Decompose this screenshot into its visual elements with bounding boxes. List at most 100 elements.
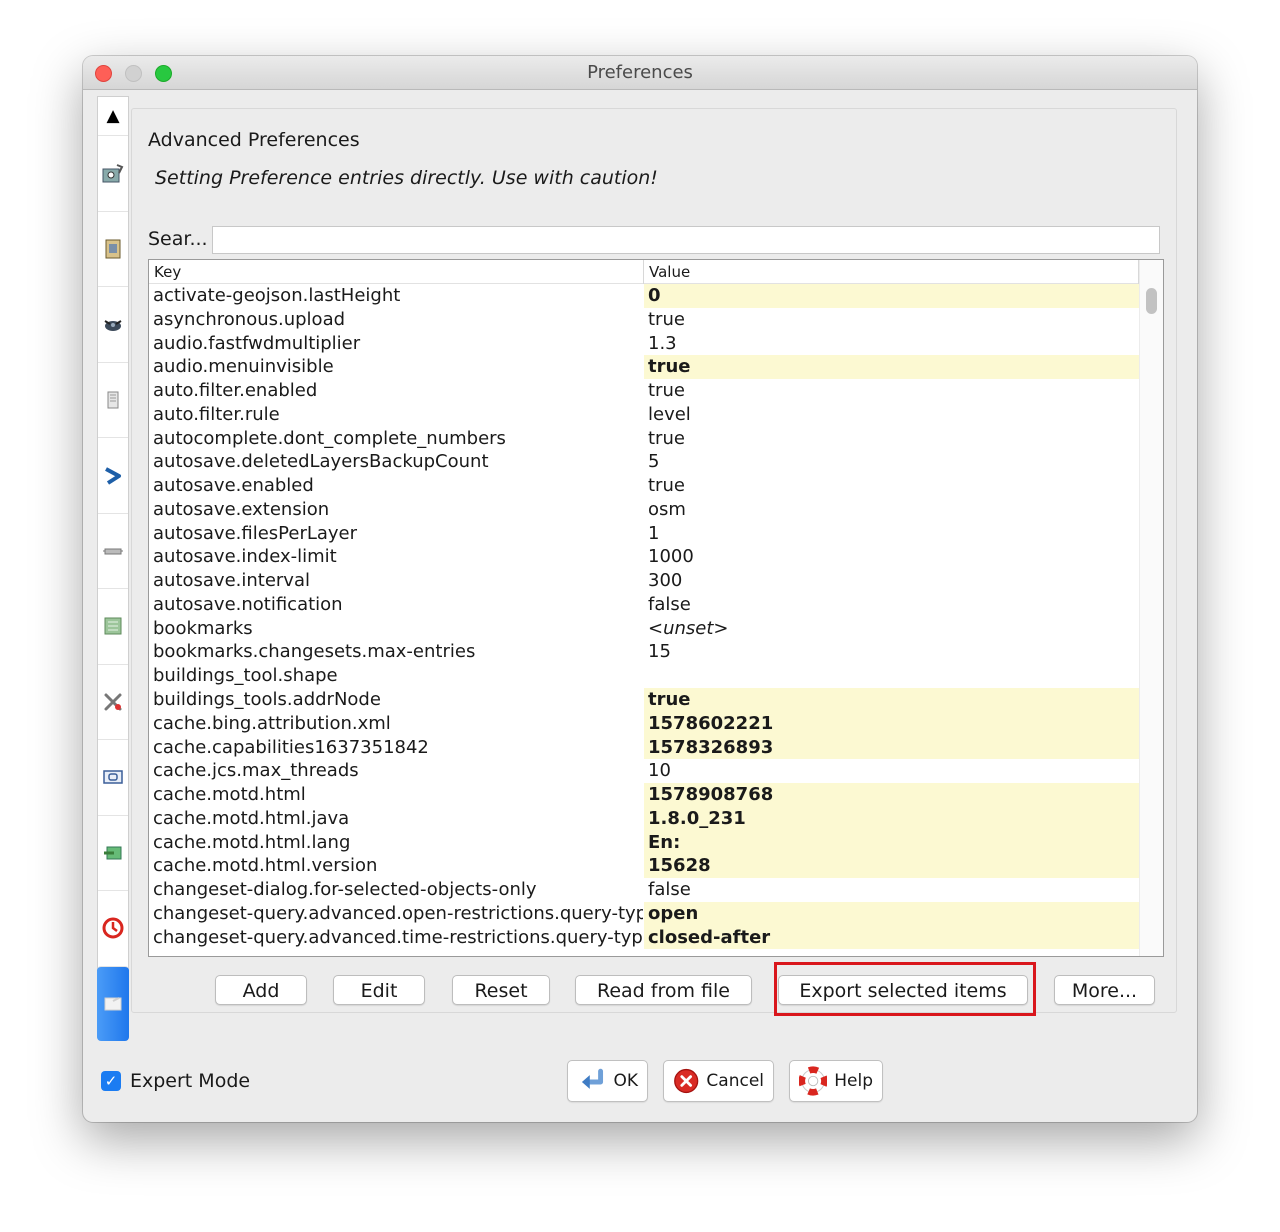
satellite-icon [104, 320, 122, 331]
table-row[interactable]: cache.bing.attribution.xml 1578602221 [149, 711, 1139, 736]
scrollbar-thumb[interactable] [1146, 288, 1157, 314]
preference-tab-remote-control[interactable] [98, 739, 128, 814]
table-row[interactable]: cache.motd.html 1578908768 [149, 783, 1139, 807]
preferences-window: Preferences ▲ Advanced Preferences Setti… [83, 56, 1197, 1122]
title-bar[interactable]: Preferences [83, 56, 1197, 90]
table-row[interactable]: bookmarks <unset> [149, 617, 1139, 641]
edit-button[interactable]: Edit [333, 975, 425, 1005]
row-value: closed-after [644, 925, 1139, 950]
row-key: buildings_tool.shape [153, 665, 338, 687]
row-value: 1578602221 [644, 711, 1139, 736]
table-row[interactable]: cache.capabilities1637351842 1578326893 [149, 735, 1139, 760]
window-title: Preferences [587, 62, 693, 83]
preference-tab-plugin[interactable] [98, 512, 128, 588]
row-key: cache.bing.attribution.xml [153, 712, 391, 734]
table-row[interactable]: activate-geojson.lastHeight 0 [149, 284, 1139, 308]
reset-button[interactable]: Reset [452, 975, 550, 1005]
row-key: autosave.interval [153, 570, 310, 592]
row-key: changeset-query.advanced.open-restrictio… [153, 902, 643, 924]
read-from-file-button[interactable]: Read from file [575, 975, 752, 1005]
search-input[interactable] [212, 226, 1160, 254]
table-row[interactable]: autosave.enabled true [149, 474, 1139, 498]
row-key: auto.filter.enabled [153, 380, 318, 402]
table-row[interactable]: audio.fastfwdmultiplier 1.3 [149, 332, 1139, 356]
table-row[interactable]: buildings_tool.shape [149, 664, 1139, 688]
table-row[interactable]: asynchronous.upload true [149, 308, 1139, 332]
remote-control-icon [103, 770, 123, 784]
preference-tab-audio[interactable] [98, 890, 128, 965]
advanced-preferences-panel: Advanced Preferences Setting Preference … [131, 108, 1177, 1013]
row-value: 1578326893 [644, 735, 1139, 760]
table-row[interactable]: changeset-dialog.for-selected-objects-on… [149, 878, 1139, 902]
row-key: audio.menuinvisible [153, 356, 334, 378]
column-header-value[interactable]: Value [644, 260, 1139, 284]
validator-icon [104, 846, 122, 859]
row-key: autosave.index-limit [153, 546, 337, 568]
table-row[interactable]: bookmarks.changesets.max-entries 15 [149, 640, 1139, 664]
row-value: osm [648, 498, 686, 520]
advanced-preferences-icon [104, 996, 122, 1010]
preference-tab-map-settings[interactable] [98, 135, 128, 210]
preference-tab-drawing[interactable] [98, 361, 128, 437]
preference-tab-advanced-preferences[interactable] [97, 965, 129, 1041]
table-row[interactable]: cache.motd.html.version 15628 [149, 854, 1139, 879]
table-row[interactable]: autocomplete.dont_complete_numbers true [149, 427, 1139, 451]
row-key: autosave.extension [153, 498, 330, 520]
add-button[interactable]: Add [215, 975, 307, 1005]
preference-tab-strip: ▲ [97, 96, 129, 1041]
row-key: cache.motd.html.version [153, 855, 378, 877]
row-value: 1.8.0_231 [644, 806, 1139, 831]
row-key: cache.capabilities1637351842 [153, 736, 429, 758]
table-row[interactable]: autosave.notification false [149, 593, 1139, 617]
table-row[interactable]: audio.menuinvisible true [149, 355, 1139, 380]
row-key: cache.motd.html.lang [153, 831, 351, 853]
help-button[interactable]: Help [789, 1060, 883, 1102]
connection-icon [105, 467, 121, 485]
preference-tab-validator[interactable] [98, 814, 128, 890]
row-value: 300 [648, 570, 683, 592]
table-scrollbar[interactable] [1139, 260, 1163, 956]
row-key: audio.fastfwdmultiplier [153, 332, 361, 354]
expert-mode-toggle[interactable]: ✓ Expert Mode [101, 1070, 250, 1092]
table-row[interactable]: autosave.deletedLayersBackupCount 5 [149, 450, 1139, 474]
table-row[interactable]: auto.filter.rule level [149, 403, 1139, 427]
row-key: autosave.notification [153, 593, 343, 615]
preferences-table[interactable]: Key Value activate-geojson.lastHeight 0 as… [148, 259, 1164, 957]
row-value: level [648, 403, 691, 425]
table-row[interactable]: cache.motd.html.lang En: [149, 830, 1139, 855]
shortcuts-icon [104, 693, 122, 710]
cancel-button[interactable]: Cancel [663, 1060, 774, 1102]
row-value: 15 [648, 641, 671, 663]
table-row[interactable]: buildings_tools.addrNode true [149, 688, 1139, 712]
expert-mode-checkbox[interactable]: ✓ [101, 1071, 121, 1091]
row-key: cache.motd.html.java [153, 807, 350, 829]
ok-button[interactable]: OK [567, 1060, 648, 1102]
row-key: changeset-dialog.for-selected-objects-on… [153, 879, 537, 901]
preference-tab-display[interactable] [98, 210, 128, 286]
row-value: 1.3 [648, 332, 677, 354]
table-row[interactable]: cache.motd.html.java 1.8.0_231 [149, 806, 1139, 831]
caution-message: Setting Preference entries directly. Use… [155, 167, 658, 189]
table-row[interactable]: autosave.filesPerLayer 1 [149, 522, 1139, 546]
table-row[interactable]: autosave.extension osm [149, 498, 1139, 522]
table-row[interactable]: auto.filter.enabled true [149, 379, 1139, 403]
table-row[interactable]: cache.jcs.max_threads 10 [149, 759, 1139, 783]
preference-tab-connection[interactable] [98, 437, 128, 512]
checkmark-icon: ✓ [104, 1072, 118, 1090]
scroll-up-arrow-icon[interactable]: ▲ [98, 97, 128, 135]
search-label: Sear... [148, 228, 208, 250]
preference-tab-shortcuts[interactable] [98, 663, 128, 739]
highlight-annotation [774, 962, 1036, 1016]
display-icon [105, 239, 121, 258]
table-row[interactable]: autosave.index-limit 1000 [149, 545, 1139, 569]
preference-tab-presets[interactable] [98, 588, 128, 663]
table-row[interactable]: changeset-query.advanced.open-restrictio… [149, 901, 1139, 926]
row-value: true [648, 380, 685, 402]
table-row[interactable]: changeset-query.advanced.time-restrictio… [149, 925, 1139, 950]
row-value: 5 [648, 451, 660, 473]
more-button[interactable]: More... [1054, 975, 1155, 1005]
row-key: cache.jcs.max_threads [153, 760, 359, 782]
column-header-key[interactable]: Key [149, 260, 644, 284]
preference-tab-satellite[interactable] [98, 286, 128, 361]
table-row[interactable]: autosave.interval 300 [149, 569, 1139, 593]
